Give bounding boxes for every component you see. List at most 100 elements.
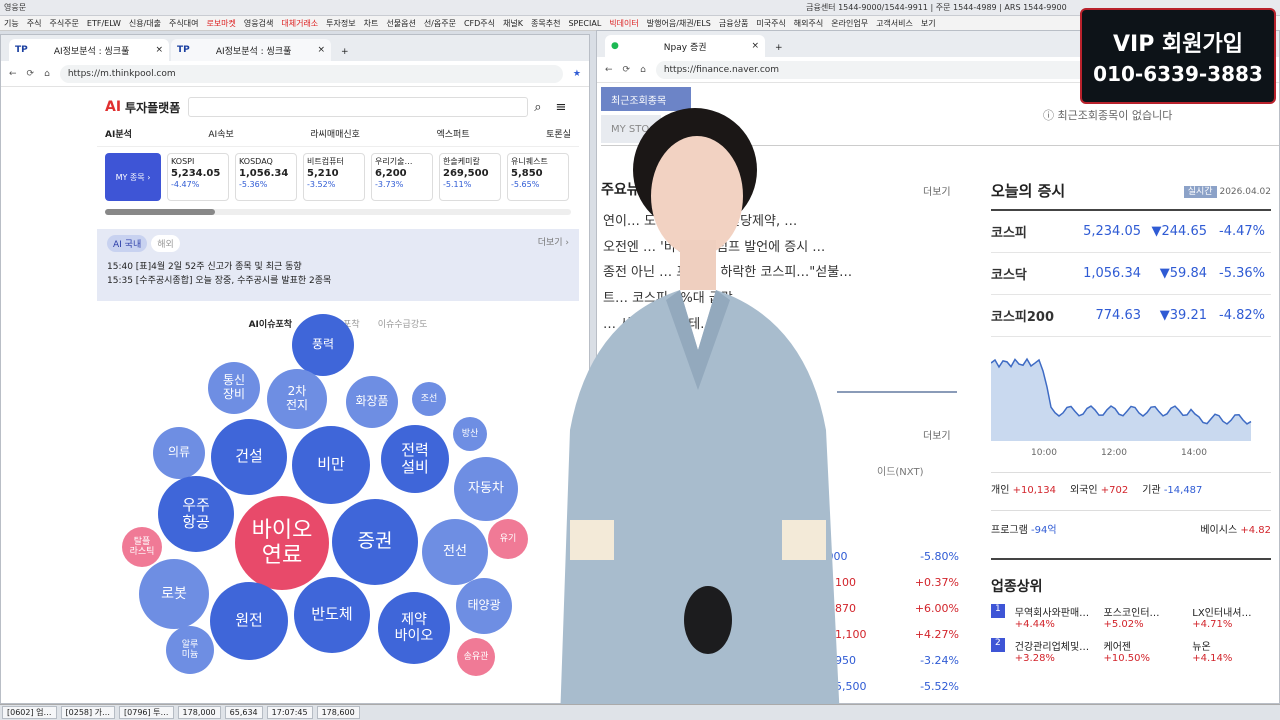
sector-item[interactable]: LX인터내셔… +4.71% xyxy=(1192,604,1271,630)
issue-bubble[interactable]: 유기 xyxy=(488,519,528,559)
issue-bubble[interactable]: 원전 xyxy=(210,582,288,660)
issue-bubble[interactable]: 바이오 연료 xyxy=(235,496,329,590)
issue-tab[interactable]: 이슈수급강도 xyxy=(378,317,428,330)
search-input[interactable] xyxy=(188,97,529,117)
menu-item[interactable]: 기능 xyxy=(4,18,19,29)
issue-bubble[interactable]: 태양광 xyxy=(456,578,512,634)
menu-item[interactable]: 선물옵션 xyxy=(386,18,415,29)
menu-item[interactable]: 로보마켓 xyxy=(206,18,235,29)
menu-item[interactable]: 주식대여 xyxy=(169,18,198,29)
issue-tab[interactable]: AI이슈포착 xyxy=(249,317,292,330)
issue-bubble[interactable]: 화장품 xyxy=(346,376,398,428)
stock-card[interactable]: 비트컴퓨터 5,210 -3.52% xyxy=(303,153,365,201)
menu-item[interactable]: 빅데이터 xyxy=(609,18,638,29)
nav-item[interactable]: 라씨매매신호 xyxy=(310,127,360,140)
news-item[interactable]: 15:35 [수주공시종합] 오늘 장중, 수주공시를 발표한 2종목 xyxy=(107,274,569,288)
nav-item[interactable]: AI속보 xyxy=(208,127,233,140)
back-icon[interactable]: ← xyxy=(9,69,17,79)
sector-item[interactable]: 건강관리업체및… +3.28% xyxy=(1015,638,1094,664)
issue-bubble[interactable]: 알루 미늄 xyxy=(166,626,214,674)
taskbar-item[interactable]: [0796] 투… xyxy=(119,706,174,719)
news-more-link[interactable]: 더보기 xyxy=(923,183,951,198)
taskbar-item[interactable]: 178,000 xyxy=(177,706,221,719)
scrollbar[interactable] xyxy=(105,209,215,215)
menu-item[interactable]: 금융상품 xyxy=(719,18,748,29)
issue-bubble[interactable]: 전선 xyxy=(422,519,488,585)
home-icon[interactable]: ⌂ xyxy=(44,69,50,79)
issue-bubble[interactable]: 비만 xyxy=(292,426,370,504)
tab-overseas[interactable]: 해외 xyxy=(151,235,180,252)
menu-item[interactable]: 고객서비스 xyxy=(876,18,913,29)
taskbar-item[interactable]: [0602] 업… xyxy=(2,706,57,719)
sector-item[interactable]: 무역회사와판매… +4.44% xyxy=(1015,604,1094,630)
issue-bubble[interactable]: 건설 xyxy=(211,419,287,495)
issue-bubble[interactable]: 반도체 xyxy=(294,577,370,653)
new-tab-icon[interactable]: + xyxy=(767,43,791,57)
menu-item[interactable]: CFD주식 xyxy=(464,18,495,29)
issue-bubble[interactable]: 통신 장비 xyxy=(208,362,260,414)
menu-item[interactable]: 선/옵주문 xyxy=(424,18,456,29)
news-item[interactable]: 15:40 [표]4월 2일 52주 신고가 종목 및 최근 동향 xyxy=(107,260,569,274)
reload-icon[interactable]: ⟳ xyxy=(27,69,35,79)
menu-item[interactable]: 발행어음/채권/ELS xyxy=(647,18,711,29)
menu-item[interactable]: 차트 xyxy=(364,18,379,29)
issue-bubble[interactable]: 제약 바이오 xyxy=(378,592,450,664)
menu-item[interactable]: 투자정보 xyxy=(326,18,355,29)
issue-bubble[interactable]: 전력 설비 xyxy=(381,425,449,493)
taskbar-item[interactable]: 65,634 xyxy=(224,706,263,719)
address-bar[interactable]: https://finance.naver.com xyxy=(655,60,1096,79)
stock-card[interactable]: 한솔케미칼 269,500 -5.11% xyxy=(439,153,501,201)
issue-bubble[interactable]: 풍력 xyxy=(292,314,354,376)
taskbar-item[interactable]: [0258] 가… xyxy=(60,706,116,719)
taskbar-item[interactable]: 17:07:45 xyxy=(266,706,313,719)
menu-item[interactable]: 온라인업무 xyxy=(831,18,868,29)
menu-item[interactable]: 해외주식 xyxy=(794,18,823,29)
issue-bubble[interactable]: 의류 xyxy=(153,427,205,479)
stock-card[interactable]: KOSPI 5,234.05 -4.47% xyxy=(167,153,229,201)
nav-item[interactable]: AI분석 xyxy=(105,127,132,140)
my-stocks-button[interactable]: MY 종목 › xyxy=(105,153,161,201)
issue-bubble[interactable]: 증권 xyxy=(332,499,418,585)
issue-bubble[interactable]: 우주 항공 xyxy=(158,476,234,552)
back-icon[interactable]: ← xyxy=(605,65,613,75)
menu-item[interactable]: 미국주식 xyxy=(756,18,785,29)
menu-item[interactable]: 채널K xyxy=(503,18,523,29)
home-icon[interactable]: ⌂ xyxy=(640,65,646,75)
issue-bubble[interactable]: 방산 xyxy=(453,417,487,451)
menu-item[interactable]: 대체거래소 xyxy=(281,18,318,29)
menu-item[interactable]: ETF/ELW xyxy=(87,19,121,28)
new-tab-icon[interactable]: + xyxy=(333,47,357,61)
nav-item[interactable]: 엑스퍼트 xyxy=(436,127,469,140)
reload-icon[interactable]: ⟳ xyxy=(623,65,631,75)
tab-thinkpool-1[interactable]: TP AI정보분석 : 씽크풀 × xyxy=(9,39,169,61)
menu-item[interactable]: 영웅검색 xyxy=(244,18,273,29)
tab-npay[interactable]: ● Npay 증권 × xyxy=(605,35,765,57)
sector-row[interactable]: 2 건강관리업체및… +3.28% 케어젠 +10.50% 뉴온 +4.14% xyxy=(991,638,1271,664)
star-icon[interactable]: ★ xyxy=(573,69,581,79)
sector-item[interactable]: 포스코인터… +5.02% xyxy=(1104,604,1183,630)
menu-item[interactable]: 주식 xyxy=(27,18,42,29)
index-row[interactable]: 코스피 5,234.05 ▼244.65 -4.47% xyxy=(991,211,1271,253)
stock-more-link[interactable]: 더보기 xyxy=(923,427,951,442)
stock-card[interactable]: 우리기술… 6,200 -3.73% xyxy=(371,153,433,201)
issue-bubble[interactable]: 조선 xyxy=(412,382,446,416)
stock-card[interactable]: KOSDAQ 1,056.34 -5.36% xyxy=(235,153,297,201)
issue-bubble[interactable]: 탈플 라스틱 xyxy=(122,527,162,567)
vip-signup-banner[interactable]: VIP 회원가입 010-6339-3883 xyxy=(1080,8,1276,104)
menu-item[interactable]: 종목추천 xyxy=(531,18,560,29)
sector-item[interactable]: 케어젠 +10.50% xyxy=(1104,638,1183,664)
issue-bubble[interactable]: 2차 전지 xyxy=(267,369,327,429)
index-row[interactable]: 코스닥 1,056.34 ▼59.84 -5.36% xyxy=(991,253,1271,295)
taskbar-item[interactable]: 178,600 xyxy=(316,706,360,719)
tab-thinkpool-2[interactable]: TP AI정보분석 : 씽크풀 × xyxy=(171,39,331,61)
menu-item[interactable]: 주식주문 xyxy=(49,18,78,29)
tab-domestic[interactable]: AI 국내 xyxy=(107,235,148,252)
index-row[interactable]: 코스피200 774.63 ▼39.21 -4.82% xyxy=(991,295,1271,337)
issue-bubble[interactable]: 자동차 xyxy=(454,457,518,521)
sector-item[interactable]: 뉴온 +4.14% xyxy=(1192,638,1271,664)
menu-item[interactable]: 보기 xyxy=(921,18,936,29)
menu-item[interactable]: 신용/대출 xyxy=(129,18,161,29)
issue-bubble[interactable]: 로봇 xyxy=(139,559,209,629)
address-bar[interactable]: https://m.thinkpool.com xyxy=(59,64,563,83)
sector-row[interactable]: 1 무역회사와판매… +4.44% 포스코인터… +5.02% LX인터내셔… +4.71% xyxy=(991,604,1271,630)
